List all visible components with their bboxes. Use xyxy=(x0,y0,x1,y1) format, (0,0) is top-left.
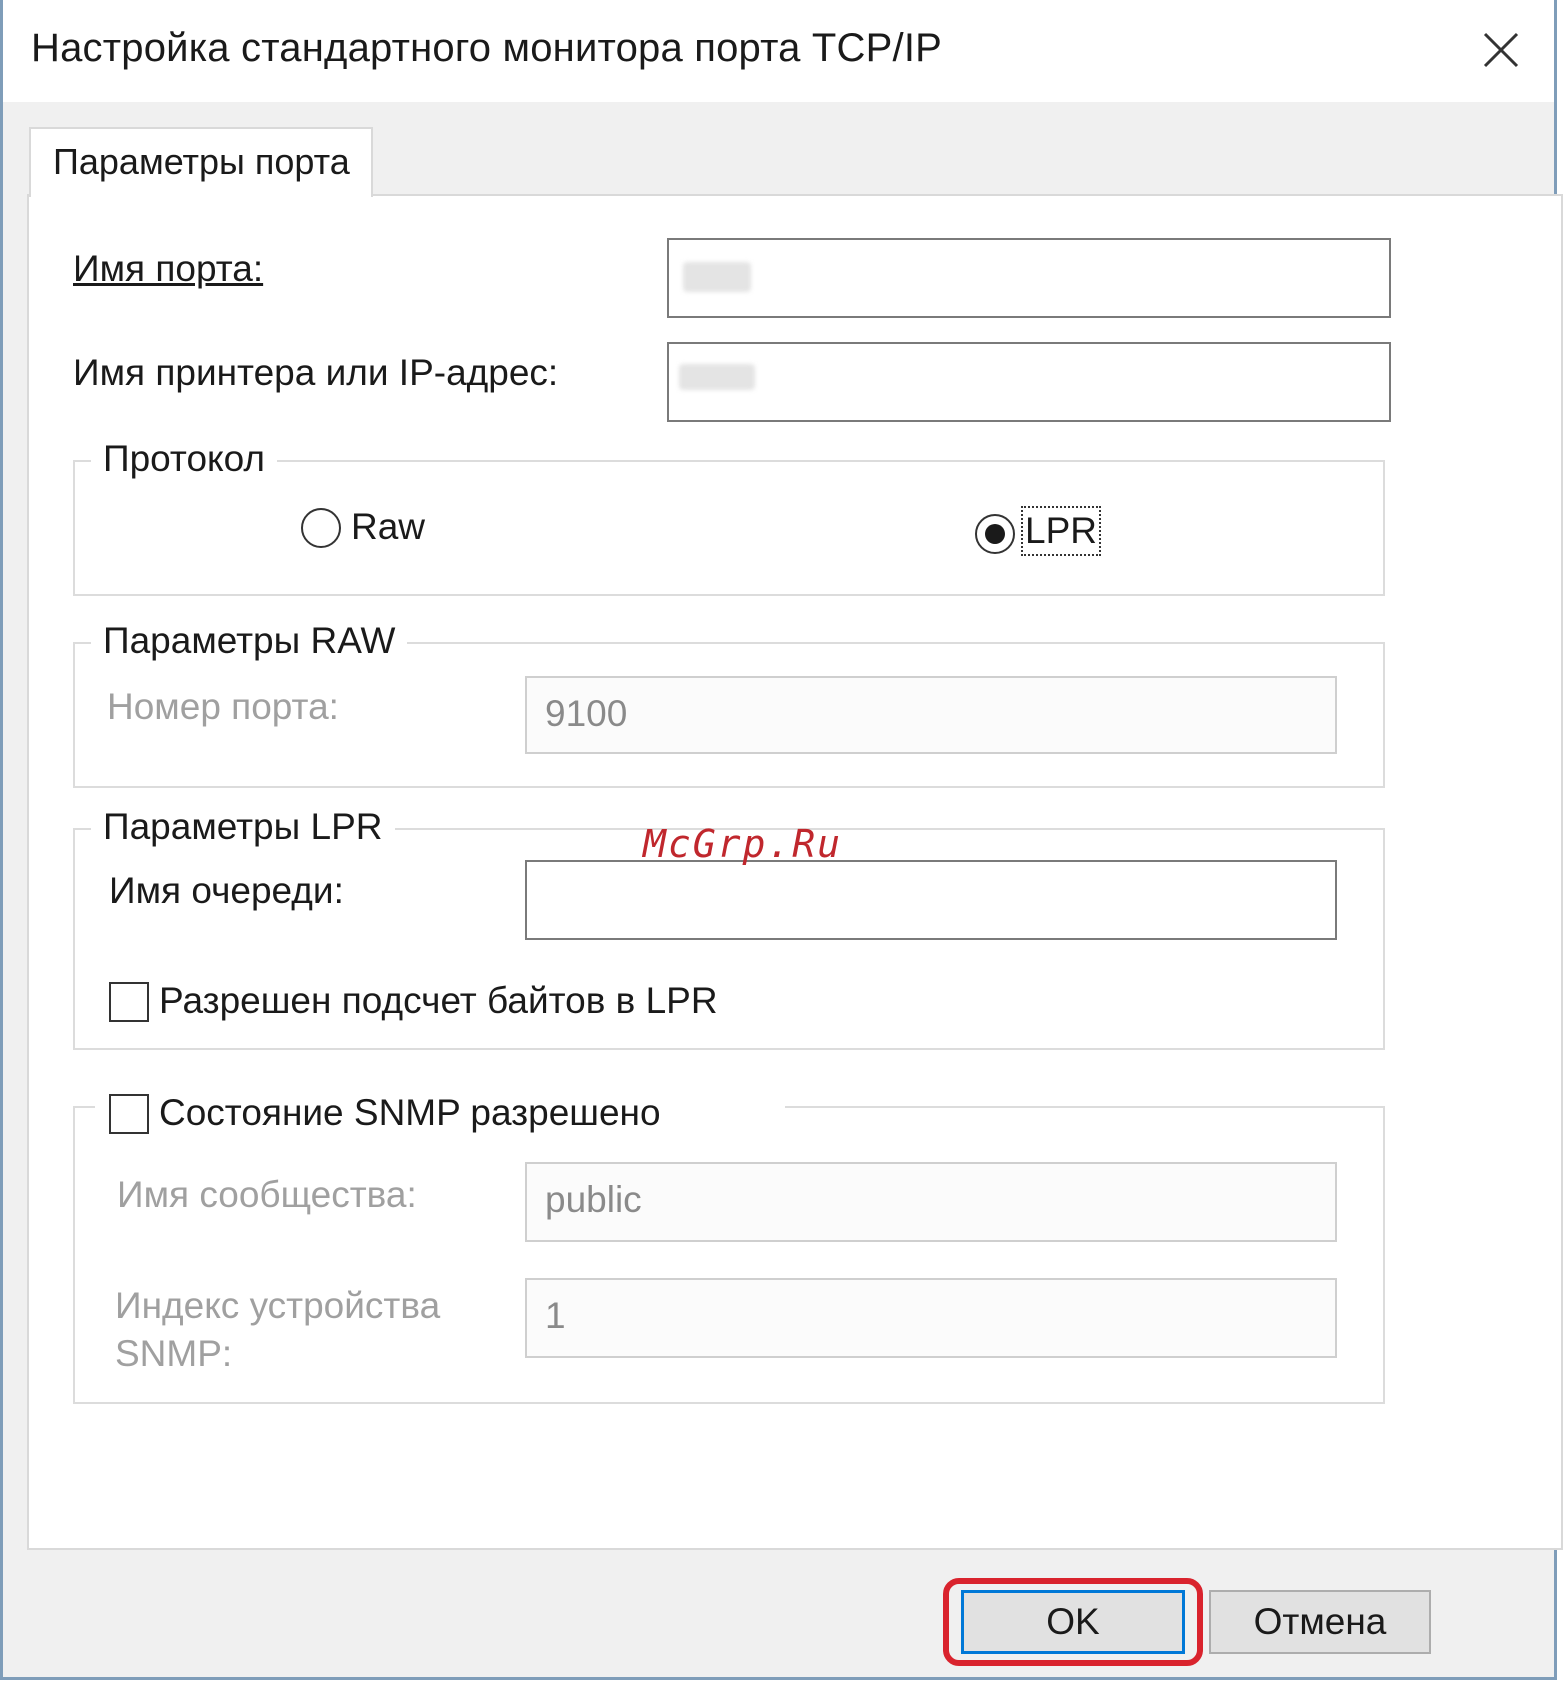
snmp-enabled-label[interactable]: Состояние SNMP разрешено xyxy=(159,1092,661,1134)
window-title: Настройка стандартного монитора порта TC… xyxy=(31,26,943,70)
protocol-group xyxy=(73,460,1385,596)
printer-ip-input[interactable] xyxy=(667,342,1391,422)
lpr-settings-title: Параметры LPR xyxy=(91,806,395,848)
close-button[interactable] xyxy=(1456,8,1546,92)
radio-lpr-label[interactable]: LPR xyxy=(1021,506,1101,556)
redacted-value xyxy=(679,364,755,390)
snmp-enabled-checkbox[interactable] xyxy=(109,1094,149,1134)
raw-settings-title: Параметры RAW xyxy=(91,620,408,662)
port-number-input[interactable]: 9100 xyxy=(525,676,1337,754)
dialog-window: Настройка стандартного монитора порта TC… xyxy=(0,0,1563,1680)
byte-count-checkbox[interactable] xyxy=(109,982,149,1022)
queue-name-label: Имя очереди: xyxy=(109,870,344,911)
radio-lpr[interactable] xyxy=(975,514,1015,554)
tab-panel: Имя порта: Имя принтера или IP-адрес: Пр… xyxy=(27,194,1563,1550)
port-name-label: Имя порта: xyxy=(73,248,263,290)
device-index-label: Индекс устройства SNMP: xyxy=(115,1285,441,1374)
redacted-value xyxy=(683,262,751,292)
community-label: Имя сообщества: xyxy=(117,1174,417,1215)
watermark: McGrp.Ru xyxy=(643,822,843,866)
printer-ip-label: Имя принтера или IP-адрес: xyxy=(73,352,559,393)
radio-raw[interactable] xyxy=(301,508,341,548)
title-bar: Настройка стандартного монитора порта TC… xyxy=(3,0,1554,102)
device-index-input[interactable]: 1 xyxy=(525,1278,1337,1358)
radio-selected-dot xyxy=(985,524,1005,544)
port-name-label-text: Имя порта: xyxy=(73,248,264,289)
community-input[interactable]: public xyxy=(525,1162,1337,1242)
protocol-group-title: Протокол xyxy=(91,438,278,480)
radio-raw-label[interactable]: Raw xyxy=(351,506,425,548)
cancel-button[interactable]: Отмена xyxy=(1209,1590,1431,1654)
queue-name-input[interactable] xyxy=(525,860,1337,940)
port-name-input[interactable] xyxy=(667,238,1391,318)
ok-button[interactable]: OK xyxy=(961,1590,1185,1654)
close-icon xyxy=(1483,32,1519,68)
byte-count-label[interactable]: Разрешен подсчет байтов в LPR xyxy=(159,980,718,1022)
port-number-label: Номер порта: xyxy=(107,686,339,727)
tab-port-settings[interactable]: Параметры порта xyxy=(29,127,373,197)
